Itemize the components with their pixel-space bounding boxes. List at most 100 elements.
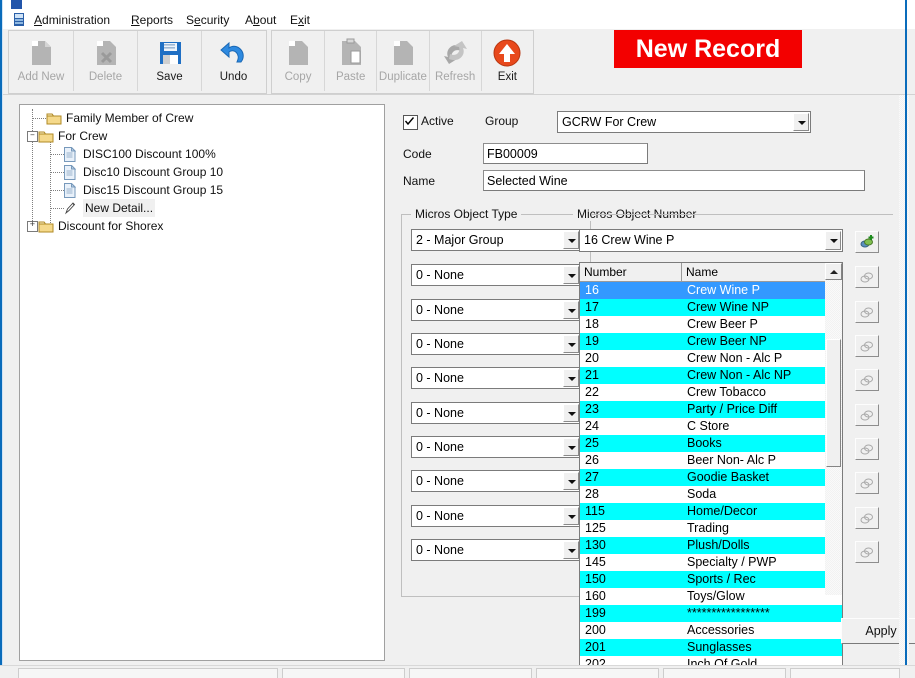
grid-row[interactable]: 24 C Store — [580, 418, 842, 435]
grid-cell-number: 28 — [585, 487, 599, 501]
grid-cell-number: 19 — [585, 334, 599, 348]
object-type-select-3[interactable]: 0 - None — [411, 333, 581, 355]
undo-button[interactable]: Undo — [201, 31, 265, 91]
add-link-icon — [860, 235, 873, 248]
grid-row[interactable]: 160 Toys/Glow — [580, 588, 842, 605]
menu-administration[interactable]: Administration — [34, 13, 110, 27]
object-type-select-8[interactable]: 0 - None — [411, 505, 581, 527]
active-checkbox[interactable] — [403, 115, 418, 130]
grid-row[interactable]: 27 Goodie Basket — [580, 469, 842, 486]
grid-header-name[interactable]: Name — [682, 263, 826, 282]
object-type-select-9[interactable]: 0 - None — [411, 539, 581, 561]
duplicate-label: Duplicate — [378, 71, 427, 83]
copy-button[interactable]: Copy — [272, 31, 324, 91]
object-link-button-5[interactable] — [855, 404, 879, 426]
object-link-button-2[interactable] — [855, 301, 879, 323]
taskbar-item[interactable] — [663, 668, 786, 678]
chevron-down-icon[interactable] — [563, 404, 579, 422]
object-link-button-1[interactable] — [855, 266, 879, 288]
menu-exit[interactable]: Exit — [290, 13, 310, 27]
grid-row[interactable]: 26 Beer Non- Alc P — [580, 452, 842, 469]
discount-tree[interactable]: – + Family Member of Crew For Crew DISC1… — [19, 104, 385, 661]
exit-button[interactable]: Exit — [480, 31, 533, 91]
object-link-button-9[interactable] — [855, 541, 879, 563]
grid-row[interactable]: 145 Specialty / PWP — [580, 554, 842, 571]
object-link-button-6[interactable] — [855, 438, 879, 460]
grid-header-number[interactable]: Number — [580, 263, 682, 282]
tree-branch-line — [50, 190, 64, 192]
grid-row[interactable]: 125 Trading — [580, 520, 842, 537]
taskbar-item[interactable] — [282, 668, 405, 678]
chevron-down-icon[interactable] — [563, 472, 579, 490]
grid-row[interactable]: 20 Crew Non - Alc P — [580, 350, 842, 367]
chevron-down-icon[interactable] — [563, 301, 579, 319]
object-number-grid[interactable]: Number Name 16 Crew Wine P 17 Crew Wine NP 1… — [579, 262, 843, 678]
grid-row[interactable]: 16 Crew Wine P — [580, 282, 842, 299]
grid-row[interactable]: 21 Crew Non - Alc NP — [580, 367, 842, 384]
grid-row[interactable]: 18 Crew Beer P — [580, 316, 842, 333]
object-type-select-7[interactable]: 0 - None — [411, 470, 581, 492]
menu-about[interactable]: About — [245, 13, 276, 27]
chevron-down-icon[interactable] — [563, 335, 579, 353]
group-combobox-value: GCRW For Crew — [562, 115, 657, 129]
refresh-arrows-icon — [438, 37, 472, 69]
object-type-select-1[interactable]: 0 - None — [411, 264, 581, 286]
scroll-up-icon[interactable] — [825, 263, 842, 280]
chevron-down-icon[interactable] — [563, 507, 579, 525]
grid-row[interactable]: 115 Home/Decor — [580, 503, 842, 520]
object-link-button-4[interactable] — [855, 369, 879, 391]
object-link-add-button-0[interactable] — [855, 231, 879, 253]
grid-row[interactable]: 23 Party / Price Diff — [580, 401, 842, 418]
menu-reports[interactable]: Reports — [131, 13, 173, 27]
grid-cell-number: 20 — [585, 351, 599, 365]
name-input[interactable]: Selected Wine — [483, 170, 865, 191]
menu-security[interactable]: Security — [186, 13, 229, 27]
tree-expander-for-crew[interactable]: – — [27, 131, 38, 142]
chevron-down-icon[interactable] — [563, 266, 579, 284]
chevron-down-icon[interactable] — [563, 369, 579, 387]
grid-row[interactable]: 199 ***************** — [580, 605, 842, 622]
object-type-select-2[interactable]: 0 - None — [411, 299, 581, 321]
copy-label: Copy — [284, 71, 312, 83]
chevron-down-icon[interactable] — [793, 113, 809, 131]
grid-row[interactable]: 22 Crew Tobacco — [580, 384, 842, 401]
object-link-button-7[interactable] — [855, 472, 879, 494]
tree-branch-line — [50, 154, 64, 156]
grid-row[interactable]: 19 Crew Beer NP — [580, 333, 842, 350]
tree-expander-discount-for-shorex[interactable]: + — [27, 221, 38, 232]
paste-button[interactable]: Paste — [324, 31, 376, 91]
tree-item-label: For Crew — [58, 129, 108, 143]
chevron-down-icon[interactable] — [563, 438, 579, 456]
taskbar-item[interactable] — [536, 668, 659, 678]
grid-row[interactable]: 201 Sunglasses — [580, 639, 842, 656]
chevron-down-icon[interactable] — [825, 231, 841, 250]
save-button[interactable]: Save — [137, 31, 201, 91]
chevron-down-icon[interactable] — [563, 541, 579, 559]
grid-scrollbar[interactable] — [825, 263, 842, 595]
delete-button[interactable]: Delete — [73, 31, 137, 91]
code-input[interactable]: FB00009 — [483, 143, 648, 164]
grid-row[interactable]: 130 Plush/Dolls — [580, 537, 842, 554]
object-type-select-4[interactable]: 0 - None — [411, 367, 581, 389]
grid-row[interactable]: 28 Soda — [580, 486, 842, 503]
grid-row[interactable]: 17 Crew Wine NP — [580, 299, 842, 316]
taskbar-item[interactable] — [409, 668, 532, 678]
grid-row[interactable]: 25 Books — [580, 435, 842, 452]
duplicate-button[interactable]: Duplicate — [376, 31, 428, 91]
object-type-select-0[interactable]: 2 - Major Group — [411, 229, 581, 251]
object-link-button-3[interactable] — [855, 335, 879, 357]
taskbar-item[interactable] — [18, 668, 278, 678]
taskbar-item[interactable] — [790, 668, 900, 678]
grid-row[interactable]: 150 Sports / Rec — [580, 571, 842, 588]
group-combobox[interactable]: GCRW For Crew — [557, 111, 811, 133]
grid-cell-number: 145 — [585, 555, 606, 569]
refresh-button[interactable]: Refresh — [428, 31, 481, 91]
chevron-down-icon[interactable] — [563, 231, 579, 249]
object-link-button-8[interactable] — [855, 507, 879, 529]
add-new-button[interactable]: Add New — [9, 31, 73, 91]
object-type-select-6[interactable]: 0 - None — [411, 436, 581, 458]
object-number-combobox[interactable]: 16 Crew Wine P — [579, 229, 843, 252]
grid-row[interactable]: 200 Accessories — [580, 622, 842, 639]
scrollbar-thumb[interactable] — [826, 339, 841, 467]
object-type-select-5[interactable]: 0 - None — [411, 402, 581, 424]
